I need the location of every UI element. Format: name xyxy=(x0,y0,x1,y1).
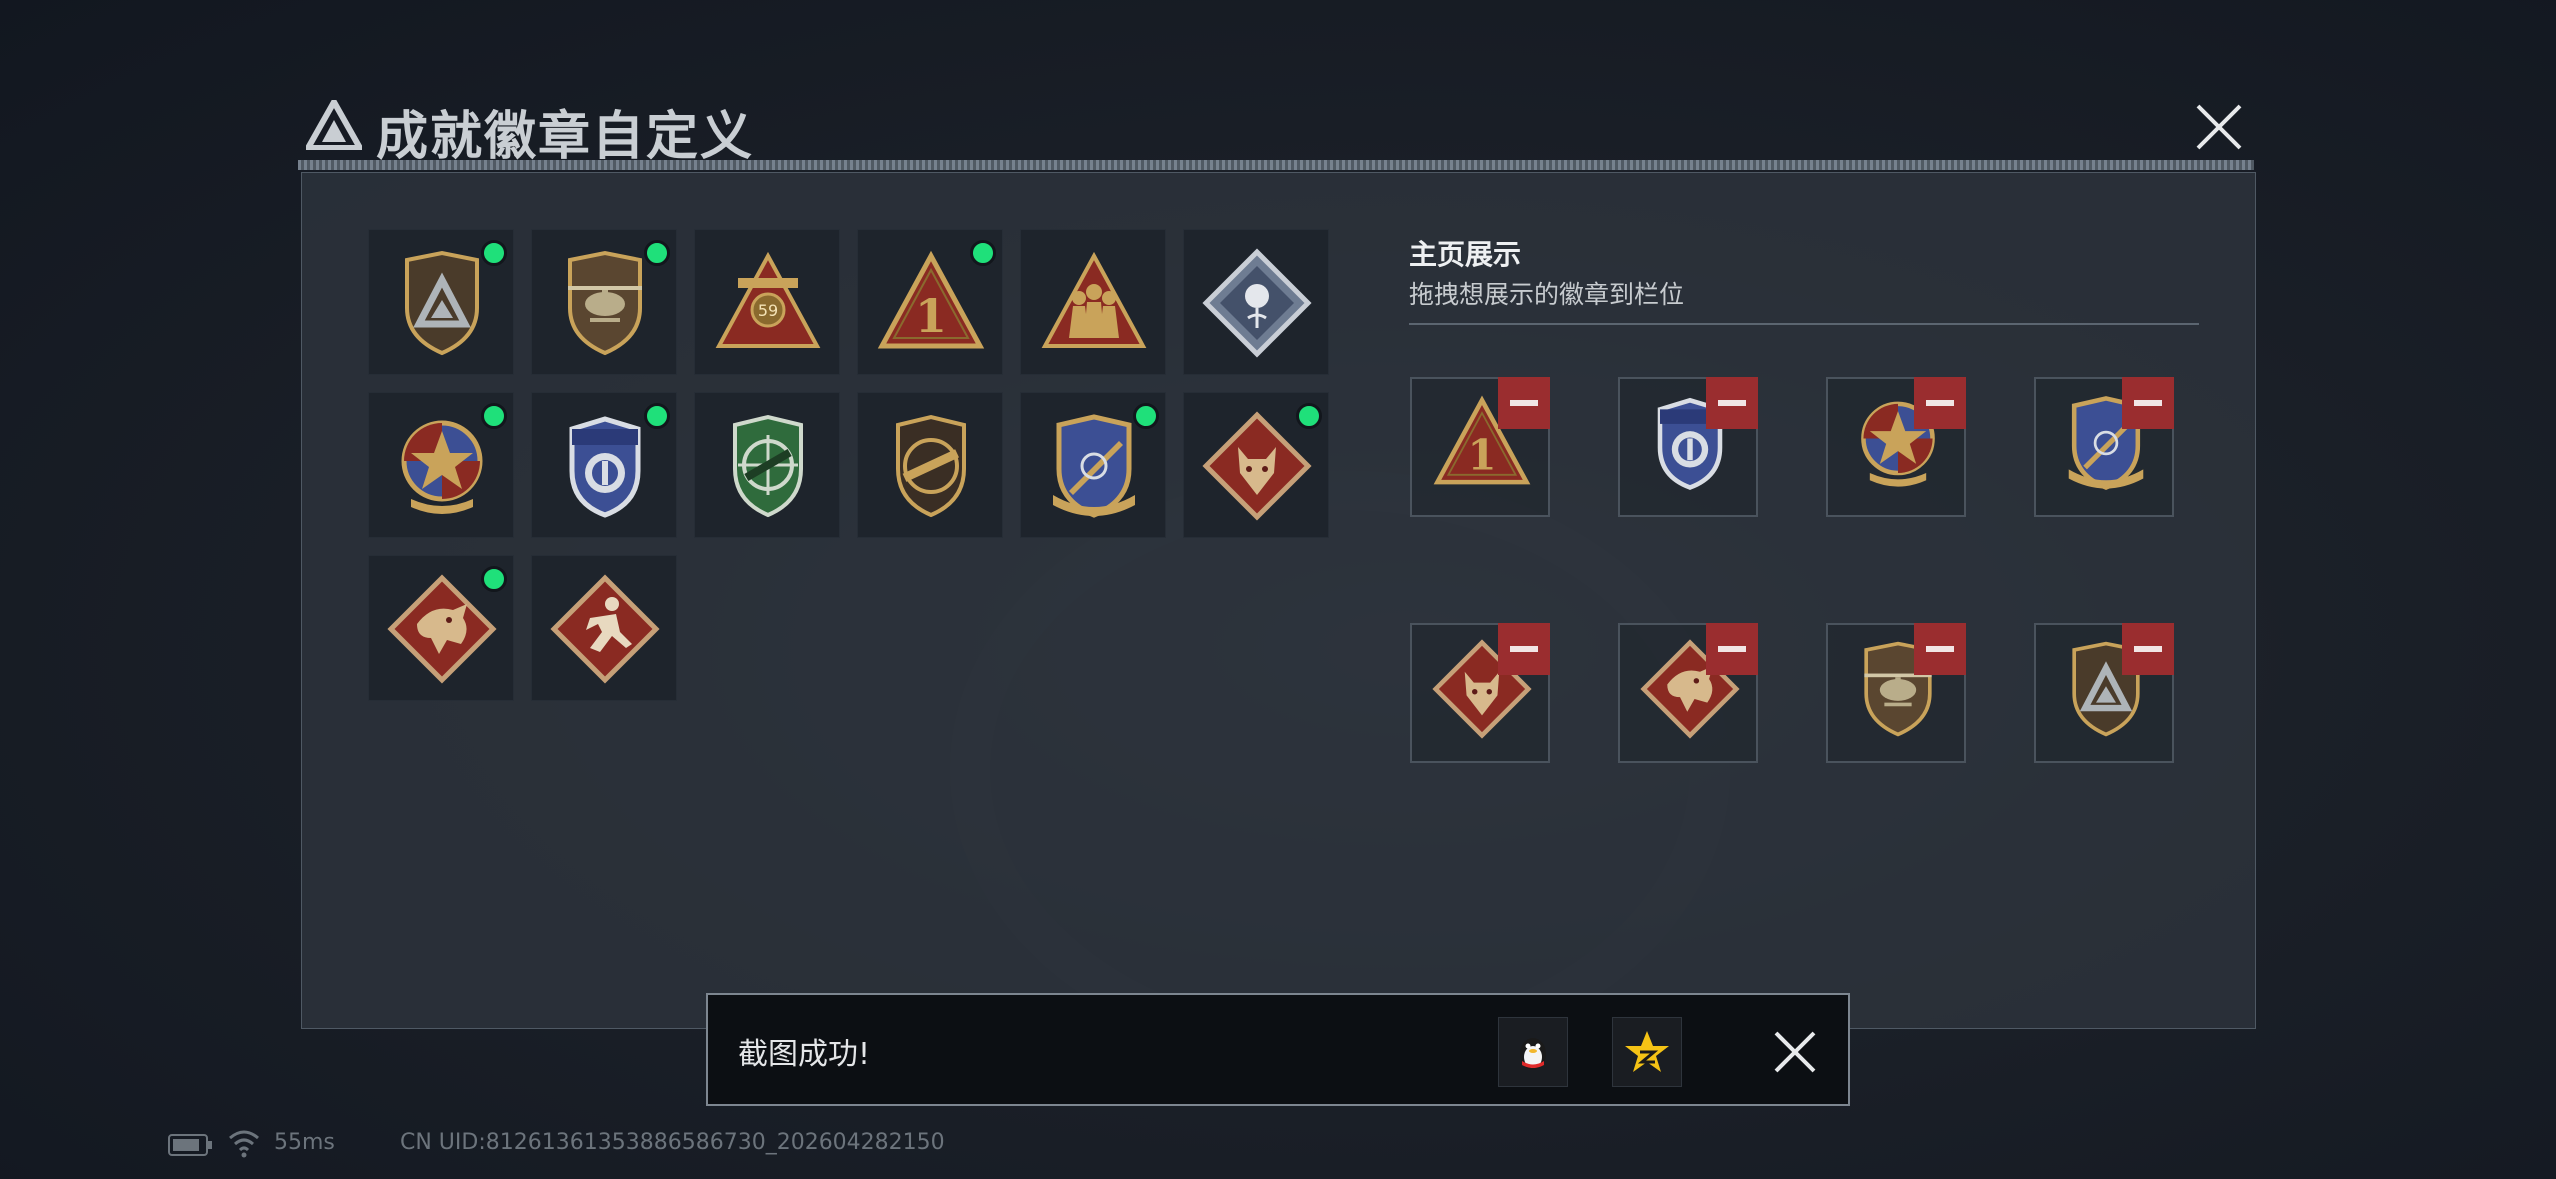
rank-1-triangle-badge-icon: 1 xyxy=(877,250,985,349)
remove-badge-button[interactable] xyxy=(1706,377,1758,429)
owned-indicator-dot xyxy=(644,403,670,429)
ping-text: 55ms xyxy=(274,1130,335,1155)
showcase-slot-4[interactable] xyxy=(2034,377,2174,517)
badge-cell-star-medal-badge[interactable] xyxy=(368,392,514,538)
police-shield-badge-icon xyxy=(569,416,641,518)
remove-badge-button[interactable] xyxy=(1914,623,1966,675)
rifle-shield-badge-icon xyxy=(896,414,966,518)
uid-text: CN UID:81261361353886586730_202604282150 xyxy=(400,1130,945,1155)
qq-penguin-icon xyxy=(1520,1038,1546,1070)
sniper-59-triangle-badge-icon: 59 xyxy=(715,251,821,348)
badge-cell-police-shield-badge[interactable] xyxy=(531,392,677,538)
qzone-star-icon xyxy=(1625,1031,1669,1072)
share-qzone-button[interactable] xyxy=(1612,1017,1682,1087)
toast-close-button[interactable] xyxy=(1768,1025,1822,1079)
soldiers-triangle-badge-icon xyxy=(1041,251,1147,348)
owned-indicator-dot xyxy=(481,566,507,592)
showcase-slot-2[interactable] xyxy=(1618,377,1758,517)
remove-badge-button[interactable] xyxy=(1498,377,1550,429)
wifi-icon xyxy=(229,1130,259,1158)
badge-cell-helicopter-shield-badge[interactable] xyxy=(531,229,677,375)
helicopter-shield-badge-icon xyxy=(568,250,642,356)
svg-text:1: 1 xyxy=(915,289,947,343)
showcase-slot-3[interactable] xyxy=(1826,377,1966,517)
remove-badge-button[interactable] xyxy=(2122,623,2174,675)
showcase-title: 主页展示 xyxy=(1409,238,1522,271)
badge-cell-rocket-shield-badge[interactable] xyxy=(1020,392,1166,538)
showcase-slot-7[interactable] xyxy=(1826,623,1966,763)
wolf-diamond-badge-icon xyxy=(1202,411,1312,521)
owned-indicator-dot xyxy=(970,240,996,266)
svg-text:1: 1 xyxy=(1467,430,1496,479)
showcase-subtitle: 拖拽想展示的徽章到栏位 xyxy=(1409,280,1685,309)
battery-icon xyxy=(168,1134,212,1156)
remove-badge-button[interactable] xyxy=(2122,377,2174,429)
remove-badge-button[interactable] xyxy=(1706,623,1758,675)
badge-cell-dragon-diamond-badge[interactable] xyxy=(368,555,514,701)
rose-diamond-badge-icon xyxy=(1202,248,1312,358)
remove-badge-button[interactable] xyxy=(1498,623,1550,675)
runner-diamond-badge-icon xyxy=(550,574,660,684)
badge-cell-runner-diamond-badge[interactable] xyxy=(531,555,677,701)
badge-cell-triangle-shield-badge[interactable] xyxy=(368,229,514,375)
toast-message: 截图成功! xyxy=(738,1037,871,1072)
svg-text:59: 59 xyxy=(758,301,778,320)
crosshair-rifle-badge-icon xyxy=(733,414,803,518)
triangle-shield-badge-icon xyxy=(405,250,479,356)
remove-badge-button[interactable] xyxy=(1914,377,1966,429)
badge-cell-rose-diamond-badge[interactable] xyxy=(1183,229,1329,375)
badge-cell-crosshair-rifle-badge[interactable] xyxy=(694,392,840,538)
screenshot-toast: 截图成功! xyxy=(706,993,1850,1106)
badge-panel: 59 1 主页展示 拖拽想展示的徽章到栏位 1 xyxy=(301,172,2256,1029)
close-button[interactable] xyxy=(2190,98,2248,156)
showcase-slot-8[interactable] xyxy=(2034,623,2174,763)
header-stripe xyxy=(298,160,2254,170)
owned-indicator-dot xyxy=(644,240,670,266)
badge-cell-wolf-diamond-badge[interactable] xyxy=(1183,392,1329,538)
share-qq-button[interactable] xyxy=(1498,1017,1568,1087)
badge-cell-rifle-shield-badge[interactable] xyxy=(857,392,1003,538)
star-medal-badge-icon xyxy=(401,420,483,514)
owned-indicator-dot xyxy=(481,240,507,266)
badge-cell-soldiers-triangle-badge[interactable] xyxy=(1020,229,1166,375)
showcase-slot-6[interactable] xyxy=(1618,623,1758,763)
rocket-shield-badge-icon xyxy=(1053,414,1135,518)
triangle-logo-icon xyxy=(306,100,362,150)
owned-indicator-dot xyxy=(1133,403,1159,429)
showcase-slot-1[interactable]: 1 xyxy=(1410,377,1550,517)
dragon-diamond-badge-icon xyxy=(387,574,497,684)
page-title: 成就徽章自定义 xyxy=(376,107,755,167)
showcase-divider xyxy=(1409,323,2199,325)
badge-cell-rank-1-triangle-badge[interactable]: 1 xyxy=(857,229,1003,375)
owned-indicator-dot xyxy=(1296,403,1322,429)
owned-indicator-dot xyxy=(481,403,507,429)
badge-cell-sniper-59-triangle-badge[interactable]: 59 xyxy=(694,229,840,375)
window-header: 成就徽章自定义 xyxy=(298,88,2256,178)
showcase-slot-5[interactable] xyxy=(1410,623,1550,763)
